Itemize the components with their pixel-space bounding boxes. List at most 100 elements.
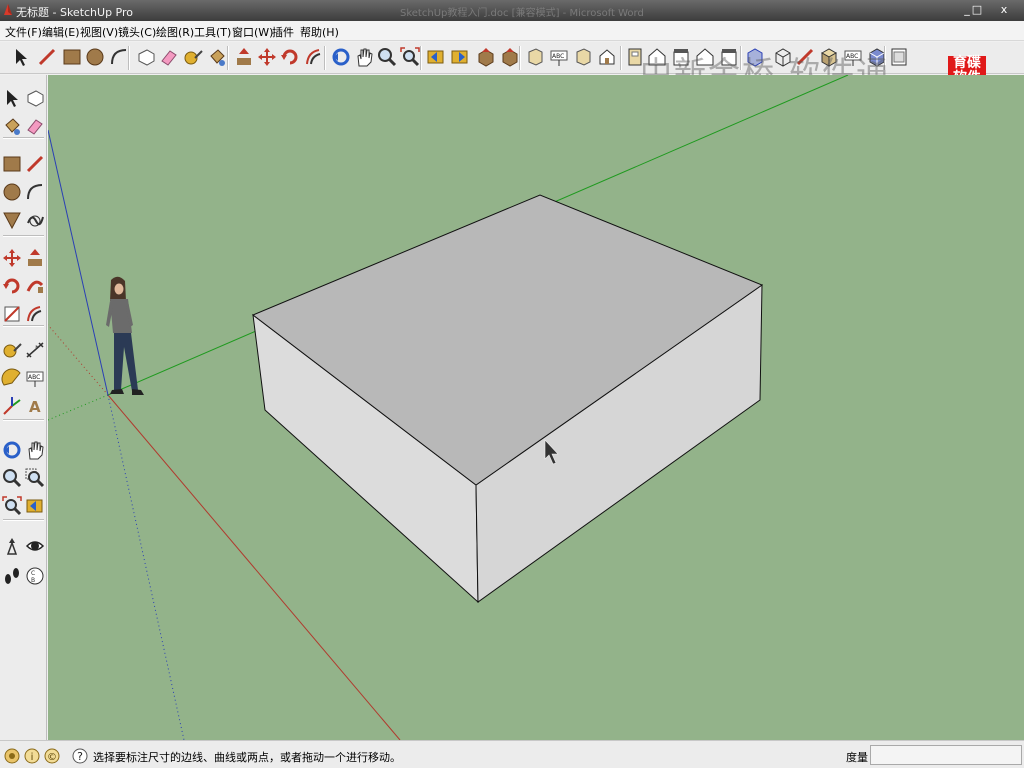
zoom-tool-button[interactable] <box>376 46 398 68</box>
circle-tool-button[interactable] <box>84 46 106 68</box>
line-icon <box>26 155 44 173</box>
palette-eraser-button[interactable] <box>24 115 46 137</box>
scale-figure[interactable] <box>106 276 144 395</box>
make-component-tool-button[interactable] <box>135 46 157 68</box>
rectangle-tool-button[interactable] <box>61 46 83 68</box>
component-tool-button[interactable] <box>572 46 594 68</box>
svg-text:©: © <box>47 752 57 763</box>
palette-pan-button[interactable] <box>24 439 46 461</box>
user-icon[interactable]: © <box>43 747 61 765</box>
measurements-input[interactable] <box>870 745 1022 765</box>
palette-rotate-button[interactable] <box>1 275 23 297</box>
orbit-icon <box>332 48 350 66</box>
palette-tape-measure-button[interactable] <box>1 339 23 361</box>
help-icon[interactable]: ? <box>71 747 89 765</box>
palette-move-button[interactable] <box>1 247 23 269</box>
palette-push-pull-button[interactable] <box>24 247 46 269</box>
move-tool-button[interactable] <box>256 46 278 68</box>
paint-bucket-icon <box>210 49 225 66</box>
menu-tools[interactable]: 工具(T) <box>194 24 231 40</box>
palette-line-button[interactable] <box>24 153 46 175</box>
line-tool-button[interactable] <box>36 46 58 68</box>
get-models-tool-button[interactable] <box>475 46 497 68</box>
section-tool-button[interactable] <box>888 46 910 68</box>
pan-tool-button[interactable] <box>353 46 375 68</box>
palette-previous-button[interactable] <box>24 495 46 517</box>
previous-view-tool-button[interactable] <box>425 46 447 68</box>
menu-window[interactable]: 窗口(W) <box>232 24 273 40</box>
palette-circle-button[interactable] <box>1 181 23 203</box>
palette-scale-button[interactable] <box>1 303 23 325</box>
menu-plugins[interactable]: 插件 <box>272 24 294 40</box>
dimension-icon: * <box>26 342 44 358</box>
palette-separator <box>3 235 44 237</box>
palette-polygon-button[interactable] <box>1 209 23 231</box>
palette-separator <box>3 325 44 327</box>
rotate-tool-button[interactable] <box>279 46 301 68</box>
rectangle-icon <box>3 156 21 172</box>
zoom-icon <box>3 469 22 488</box>
polygon-icon <box>3 212 21 230</box>
share-model-tool-button[interactable] <box>499 46 521 68</box>
offset-icon <box>306 49 321 65</box>
push-pull-tool-button[interactable] <box>233 46 255 68</box>
arc-tool-button[interactable] <box>108 46 130 68</box>
get-photo-texture-tool-button[interactable]: ABC <box>548 46 570 68</box>
palette-freehand-button[interactable] <box>24 209 46 231</box>
svg-text:?: ? <box>77 750 83 763</box>
palette-zoom-button[interactable] <box>1 467 23 489</box>
palette-3d-text-button[interactable]: A <box>24 395 46 417</box>
eraser-tool-button[interactable] <box>158 46 180 68</box>
palette-orbit-button[interactable] <box>1 439 23 461</box>
palette-paint-bucket-button[interactable] <box>1 115 23 137</box>
palette-rectangle-button[interactable] <box>1 153 23 175</box>
svg-text:i: i <box>31 752 34 763</box>
paint-bucket-tool-button[interactable] <box>206 46 228 68</box>
palette-zoom-window-button[interactable] <box>24 467 46 489</box>
menu-help[interactable]: 帮助(H) <box>300 24 339 40</box>
circle-icon <box>86 48 104 66</box>
next-view-tool-button[interactable] <box>449 46 471 68</box>
palette-position-camera-button[interactable] <box>1 535 23 557</box>
large-tool-set-palette: * ABC A C B <box>0 75 47 740</box>
orbit-tool-button[interactable] <box>330 46 352 68</box>
get-photo-texture-icon: ABC <box>550 50 568 66</box>
iso-view-tool-button[interactable] <box>596 46 618 68</box>
palette-protractor-button[interactable] <box>1 367 23 389</box>
pan-icon <box>28 441 44 460</box>
close-button[interactable]: x <box>995 2 1013 18</box>
geo-location-icon[interactable] <box>3 747 21 765</box>
palette-text-button[interactable]: ABC <box>24 367 46 389</box>
palette-arc-button[interactable] <box>24 181 46 203</box>
menu-file[interactable]: 文件(F) <box>5 24 42 40</box>
credits-icon[interactable]: i <box>23 747 41 765</box>
tape-measure-tool-button[interactable] <box>182 46 204 68</box>
menu-draw[interactable]: 绘图(R) <box>156 24 194 40</box>
model-scene[interactable] <box>48 75 1024 740</box>
offset-tool-button[interactable] <box>303 46 325 68</box>
push-pull-icon <box>28 249 42 266</box>
zoom-extents-tool-button[interactable] <box>399 46 421 68</box>
get-models-icon <box>478 48 494 67</box>
palette-walk-button[interactable] <box>1 565 23 587</box>
menu-camera[interactable]: 镜头(C) <box>118 24 156 40</box>
maximize-button[interactable]: □ <box>968 2 986 18</box>
title-bar: 无标题 - SketchUp Pro SketchUp教程入门.doc [兼容模… <box>0 0 1024 21</box>
palette-follow-me-button[interactable] <box>24 275 46 297</box>
share-component-tool-button[interactable] <box>524 46 546 68</box>
palette-look-around-button[interactable] <box>24 535 46 557</box>
menu-view[interactable]: 视图(V) <box>80 24 118 40</box>
sketchup-app-icon[interactable] <box>2 3 14 17</box>
drawing-viewport[interactable] <box>48 75 1024 740</box>
next-view-icon <box>451 50 468 64</box>
palette-axes-button[interactable] <box>1 395 23 417</box>
palette-section-plane-button[interactable]: CB <box>24 565 46 587</box>
palette-zoom-extents-button[interactable] <box>1 495 23 517</box>
palette-make-component-button[interactable] <box>24 87 46 109</box>
select-tool-button[interactable] <box>10 46 32 68</box>
palette-dimension-button[interactable]: * <box>24 339 46 361</box>
red-axis-negative <box>48 324 109 396</box>
menu-edit[interactable]: 编辑(E) <box>42 24 80 40</box>
palette-select-button[interactable] <box>1 87 23 109</box>
palette-offset-button[interactable] <box>24 303 46 325</box>
